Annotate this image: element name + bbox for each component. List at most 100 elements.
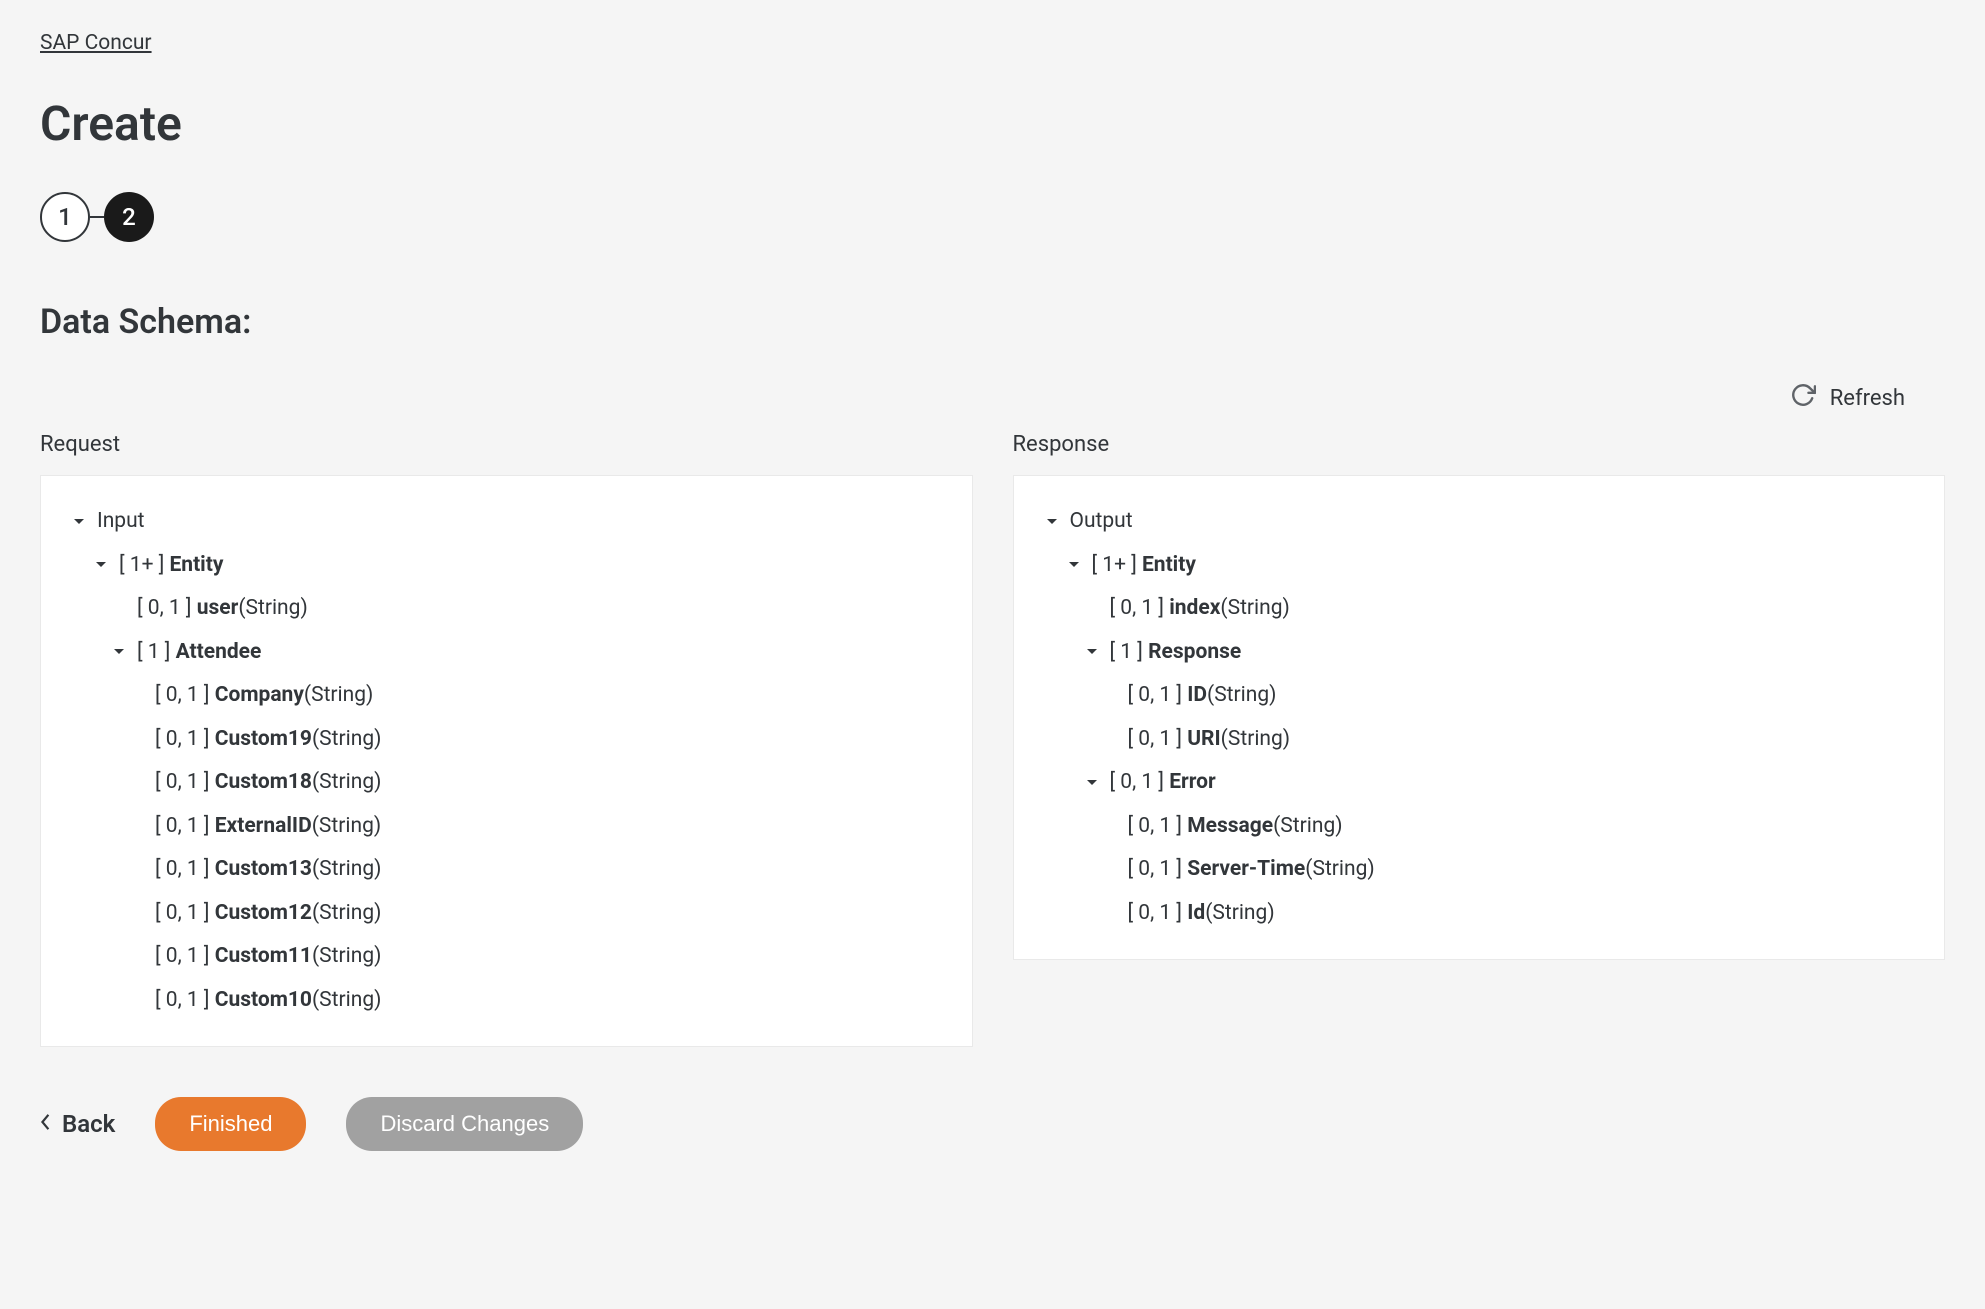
cardinality: [ 0, 1 ]: [1110, 593, 1170, 625]
field-name: Custom11: [215, 941, 312, 973]
chevron-down-icon[interactable]: [1084, 775, 1110, 791]
tree-node: [ 0, 1 ] Custom10 (String): [129, 979, 942, 1023]
section-title: Data Schema:: [40, 302, 1945, 342]
cardinality: [ 1+ ]: [119, 550, 169, 582]
field-name: Custom13: [215, 854, 312, 886]
page-title: Create: [40, 95, 1945, 152]
field-type: (String): [1205, 898, 1274, 930]
tree-node: [ 0, 1 ] Id (String): [1102, 892, 1915, 936]
tree-node: [ 0, 1 ] user (String): [111, 587, 942, 631]
tree-node: [ 0, 1 ] ExternalID (String): [129, 805, 942, 849]
field-name: URI: [1187, 724, 1220, 756]
tree-node: [ 0, 1 ] Custom11 (String): [129, 935, 942, 979]
tree-node[interactable]: [ 0, 1 ] Error: [1084, 761, 1915, 805]
tree-node[interactable]: Input: [71, 500, 942, 544]
breadcrumb[interactable]: SAP Concur: [40, 31, 152, 55]
refresh-label: Refresh: [1830, 386, 1905, 411]
field-type: (String): [312, 985, 381, 1017]
chevron-down-icon[interactable]: [1084, 644, 1110, 660]
tree-node[interactable]: [ 1 ] Response: [1084, 631, 1915, 675]
field-name: Attendee: [176, 637, 262, 669]
tree-node: [ 0, 1 ] Custom12 (String): [129, 892, 942, 936]
discard-button[interactable]: Discard Changes: [346, 1097, 583, 1151]
tree-node: [ 0, 1 ] Company (String): [129, 674, 942, 718]
tree-node: [ 0, 1 ] URI (String): [1102, 718, 1915, 762]
cardinality: [ 0, 1 ]: [155, 898, 215, 930]
field-name: Custom12: [215, 898, 312, 930]
field-name: Id: [1187, 898, 1205, 930]
cardinality: [ 0, 1 ]: [155, 811, 215, 843]
tree-node: [ 0, 1 ] Custom18 (String): [129, 761, 942, 805]
field-type: (String): [1220, 593, 1289, 625]
stepper: 1 2: [40, 192, 1945, 242]
chevron-down-icon[interactable]: [71, 514, 97, 530]
request-panel: Input[ 1+ ] Entity[ 0, 1 ] user (String)…: [40, 475, 973, 1047]
finished-button[interactable]: Finished: [155, 1097, 306, 1151]
field-name: user: [197, 593, 239, 625]
field-name: ID: [1187, 680, 1207, 712]
field-name: Error: [1169, 767, 1215, 799]
tree-node[interactable]: [ 1 ] Attendee: [111, 631, 942, 675]
refresh-icon: [1790, 382, 1816, 414]
cardinality: [ 0, 1 ]: [137, 593, 197, 625]
tree-node[interactable]: [ 1+ ] Entity: [93, 544, 942, 588]
field-name: Custom18: [215, 767, 312, 799]
field-type: (String): [1305, 854, 1374, 886]
tree-node: [ 0, 1 ] Custom19 (String): [129, 718, 942, 762]
field-type: (String): [312, 854, 381, 886]
response-label: Response: [1013, 432, 1946, 457]
field-type: (String): [312, 724, 381, 756]
step-1[interactable]: 1: [40, 192, 90, 242]
tree-label: Input: [97, 506, 145, 538]
cardinality: [ 1 ]: [137, 637, 176, 669]
cardinality: [ 0, 1 ]: [1128, 724, 1188, 756]
cardinality: [ 0, 1 ]: [155, 941, 215, 973]
tree-node[interactable]: Output: [1044, 500, 1915, 544]
field-type: (String): [1221, 724, 1290, 756]
tree-node[interactable]: [ 1+ ] Entity: [1066, 544, 1915, 588]
tree-node: [ 0, 1 ] Custom13 (String): [129, 848, 942, 892]
chevron-down-icon[interactable]: [1066, 557, 1092, 573]
field-type: (String): [304, 680, 373, 712]
cardinality: [ 0, 1 ]: [155, 767, 215, 799]
back-label: Back: [62, 1110, 115, 1138]
request-label: Request: [40, 432, 973, 457]
cardinality: [ 0, 1 ]: [1128, 854, 1188, 886]
tree-node: [ 0, 1 ] ID (String): [1102, 674, 1915, 718]
tree-node: [ 0, 1 ] index (String): [1084, 587, 1915, 631]
field-type: (String): [238, 593, 307, 625]
back-button[interactable]: Back: [40, 1110, 115, 1138]
response-panel: Output[ 1+ ] Entity[ 0, 1 ] index (Strin…: [1013, 475, 1946, 960]
field-name: Entity: [1142, 550, 1196, 582]
field-type: (String): [312, 898, 381, 930]
cardinality: [ 0, 1 ]: [155, 854, 215, 886]
cardinality: [ 1+ ]: [1092, 550, 1142, 582]
field-type: (String): [312, 811, 381, 843]
field-type: (String): [312, 767, 381, 799]
chevron-left-icon: [40, 1110, 52, 1138]
tree-label: Output: [1070, 506, 1133, 538]
field-name: Custom19: [215, 724, 312, 756]
field-name: Message: [1187, 811, 1273, 843]
cardinality: [ 0, 1 ]: [1110, 767, 1170, 799]
cardinality: [ 1 ]: [1110, 637, 1149, 669]
cardinality: [ 0, 1 ]: [1128, 811, 1188, 843]
field-name: Company: [215, 680, 304, 712]
field-name: ExternalID: [215, 811, 312, 843]
chevron-down-icon[interactable]: [1044, 514, 1070, 530]
field-name: Custom10: [215, 985, 312, 1017]
cardinality: [ 0, 1 ]: [155, 724, 215, 756]
field-type: (String): [312, 941, 381, 973]
field-name: index: [1169, 593, 1220, 625]
step-2[interactable]: 2: [104, 192, 154, 242]
field-type: (String): [1273, 811, 1342, 843]
step-connector: [90, 216, 104, 218]
cardinality: [ 0, 1 ]: [155, 985, 215, 1017]
field-name: Entity: [169, 550, 223, 582]
chevron-down-icon[interactable]: [93, 557, 119, 573]
field-name: Response: [1148, 637, 1241, 669]
chevron-down-icon[interactable]: [111, 644, 137, 660]
refresh-button[interactable]: Refresh: [1790, 382, 1905, 414]
cardinality: [ 0, 1 ]: [155, 680, 215, 712]
tree-node: [ 0, 1 ] Server-Time (String): [1102, 848, 1915, 892]
